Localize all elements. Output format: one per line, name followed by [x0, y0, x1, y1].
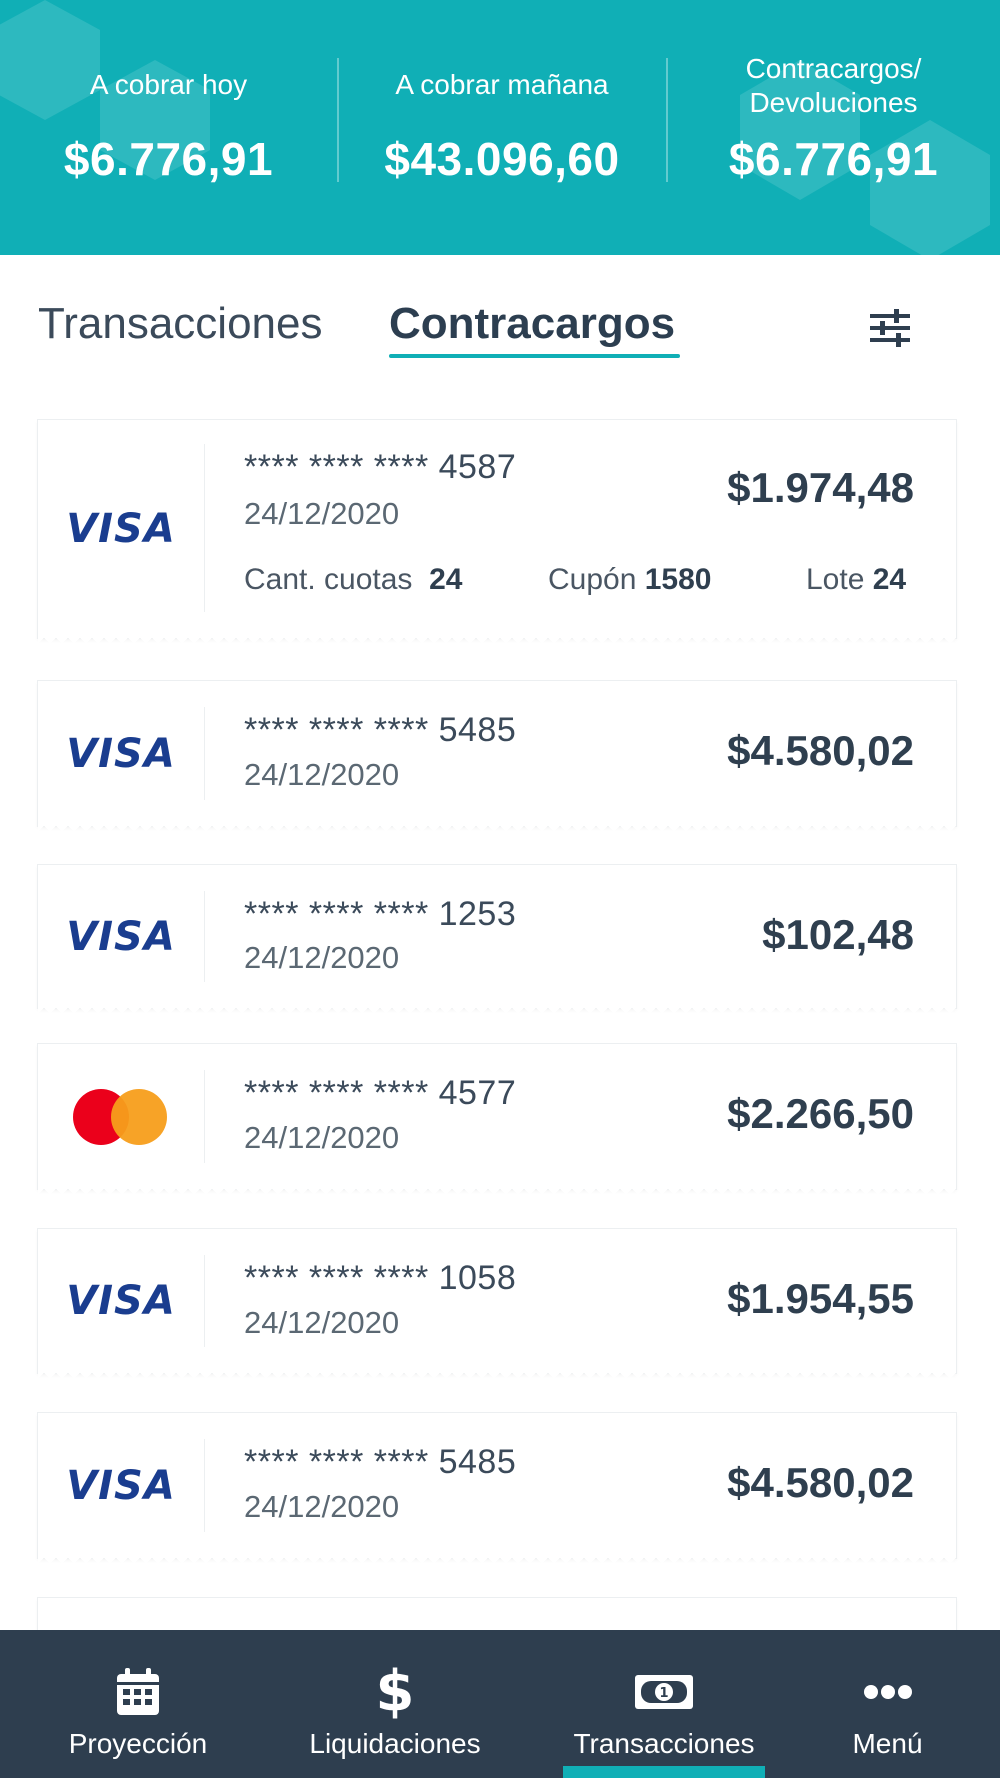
dollar-icon: $	[375, 1659, 415, 1724]
card-number: **** **** **** 1253	[244, 895, 517, 933]
card-date: 24/12/2020	[244, 940, 400, 975]
tab-transactions[interactable]: Transacciones	[38, 299, 323, 349]
transaction-card[interactable]: VISA **** **** **** 1058 24/12/2020 $1.9…	[38, 1229, 956, 1379]
card-brand-logo: VISA	[38, 1229, 204, 1373]
tab-chargebacks[interactable]: Contracargos	[389, 299, 675, 349]
summary-tomorrow-label: A cobrar mañana	[395, 69, 609, 100]
summary-chargebacks-label-line1: Contracargos/	[745, 53, 922, 84]
card-divider	[204, 1070, 205, 1163]
nav-menu-label: Menú	[852, 1728, 923, 1759]
nav-transactions[interactable]: 1 Transacciones	[563, 1630, 765, 1778]
summary-tomorrow-amount: $43.096,60	[384, 133, 620, 185]
tab-bar: Transacciones Contracargos	[0, 255, 1000, 375]
card-date: 24/12/2020	[244, 1120, 400, 1155]
installments-value: 24	[429, 563, 463, 596]
card-brand-logo: VISA	[38, 1413, 204, 1558]
nav-settlements-label: Liquidaciones	[309, 1728, 481, 1759]
summary-today: A cobrar hoy $6.776,91	[0, 0, 337, 255]
svg-text:1: 1	[659, 1686, 668, 1701]
visa-logo-icon: VISA	[66, 1278, 176, 1324]
transaction-card[interactable]: VISA **** **** **** 4587 24/12/2020 $1.9…	[38, 420, 956, 644]
summary-today-label: A cobrar hoy	[89, 69, 248, 100]
nav-menu[interactable]: Menú	[830, 1630, 945, 1778]
nav-active-indicator	[563, 1766, 765, 1778]
card-date: 24/12/2020	[244, 1305, 400, 1340]
visa-logo-icon: VISA	[66, 506, 176, 552]
card-number: **** **** **** 4577	[244, 1074, 517, 1112]
installments-label: Cant. cuotas	[244, 563, 413, 596]
card-divider	[204, 1439, 205, 1532]
nav-settlements[interactable]: $ Liquidaciones	[300, 1630, 490, 1778]
filter-button[interactable]	[868, 306, 912, 350]
batch-detail: Lote 24	[806, 563, 906, 597]
transaction-card[interactable]: VISA **** **** **** 5485 24/12/2020 $4.5…	[38, 1413, 956, 1564]
summary-chargebacks-amount: $6.776,91	[728, 133, 939, 185]
card-amount: $4.580,02	[727, 1459, 914, 1506]
card-amount: $1.974,48	[727, 464, 914, 511]
filter-sliders-icon	[870, 309, 910, 347]
card-date: 24/12/2020	[244, 1489, 400, 1524]
mastercard-logo-icon	[73, 1088, 169, 1145]
coupon-detail: Cupón 1580	[548, 563, 712, 597]
calendar-icon	[117, 1668, 159, 1715]
card-brand-logo: VISA	[38, 420, 204, 638]
card-number: **** **** **** 1058	[244, 1259, 517, 1297]
coupon-value: 1580	[644, 563, 712, 596]
card-amount: $2.266,50	[727, 1090, 914, 1137]
summary-chargebacks: Contracargos/ Devoluciones $6.776,91	[667, 0, 1000, 255]
transaction-card[interactable]: VISA **** **** **** 1253 24/12/2020 $102…	[38, 865, 956, 1014]
card-amount: $1.954,55	[727, 1275, 914, 1322]
summary-header: A cobrar hoy $6.776,91 A cobrar mañana $…	[0, 0, 1000, 255]
nav-projection[interactable]: Proyección	[48, 1630, 228, 1778]
batch-label: Lote	[806, 563, 865, 596]
summary-tomorrow: A cobrar mañana $43.096,60	[337, 0, 667, 255]
card-date: 24/12/2020	[244, 757, 400, 792]
card-brand-logo: VISA	[38, 681, 204, 826]
visa-logo-icon: VISA	[66, 730, 176, 777]
card-number: **** **** **** 5485	[244, 1443, 517, 1481]
nav-projection-label: Proyección	[68, 1728, 208, 1759]
card-number: **** **** **** 5485	[244, 711, 517, 749]
bottom-navigation: Proyección $ Liquidaciones 1 Transaccion…	[0, 1630, 1000, 1778]
card-brand-logo	[38, 1044, 204, 1189]
batch-value: 24	[872, 563, 907, 596]
visa-logo-icon: VISA	[66, 1462, 176, 1509]
summary-chargebacks-label-line2: Devoluciones	[749, 87, 918, 118]
card-divider	[204, 707, 205, 800]
more-dots-icon	[863, 1685, 912, 1699]
card-amount: $4.580,02	[727, 727, 914, 774]
card-divider	[204, 1255, 205, 1347]
card-divider	[204, 891, 205, 982]
nav-transactions-label: Transacciones	[573, 1728, 755, 1759]
card-date: 24/12/2020	[244, 496, 400, 531]
card-amount: $102,48	[762, 911, 914, 958]
banknote-icon: 1	[635, 1675, 693, 1709]
installments-detail: Cant. cuotas 24	[244, 563, 462, 597]
active-tab-indicator	[389, 354, 680, 358]
card-brand-logo: VISA	[38, 865, 204, 1008]
card-number: **** **** **** 4587	[244, 448, 517, 486]
visa-logo-icon: VISA	[66, 913, 176, 960]
transaction-card[interactable]: **** **** **** 4577 24/12/2020 $2.266,50	[38, 1044, 956, 1195]
coupon-label: Cupón	[548, 563, 637, 596]
card-divider	[204, 444, 205, 612]
summary-today-amount: $6.776,91	[63, 133, 274, 185]
transaction-card[interactable]: VISA **** **** **** 5485 24/12/2020 $4.5…	[38, 681, 956, 832]
